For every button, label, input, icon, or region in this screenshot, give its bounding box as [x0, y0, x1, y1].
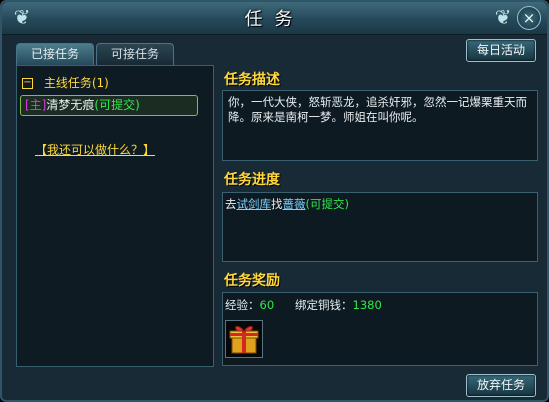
description-box: 你，一代大侠，怒斩恶龙，追杀奸邪，忽然一记爆栗重天而降。原来是南柯一梦。师姐在叫…: [222, 90, 538, 161]
tab-available[interactable]: 可接任务: [96, 43, 174, 65]
window-title: 任务: [244, 9, 305, 30]
quest-status: (可提交): [94, 98, 140, 112]
reward-box: 经验：60 绑定铜钱：1380: [222, 292, 538, 366]
quest-list-panel: − 主线任务(1) [主]清梦无痕(可提交) 【我还可以做什么？】: [16, 65, 214, 367]
title-bar[interactable]: ❦ 任务 ❦ ×: [2, 2, 547, 35]
progress-prefix: 去: [225, 197, 237, 211]
place-link[interactable]: 试剑库: [237, 197, 272, 211]
main-quest-category[interactable]: − 主线任务(1): [22, 74, 109, 91]
tab-accepted[interactable]: 已接任务: [16, 43, 94, 65]
progress-line: 去试剑库找蔷薇(可提交): [223, 193, 537, 216]
quest-name: 清梦无痕: [46, 98, 95, 112]
reward-heading: 任务奖励: [224, 273, 280, 289]
exp-row: 经验：60: [225, 298, 274, 313]
bound-money-label: 绑定铜钱：: [295, 298, 353, 312]
quest-item-selected[interactable]: [主]清梦无痕(可提交): [20, 95, 198, 116]
exp-label: 经验：: [225, 298, 260, 312]
exp-value: 60: [259, 298, 275, 312]
money-row: 绑定铜钱：1380: [295, 298, 382, 313]
what-else-link[interactable]: 【我还可以做什么？】: [35, 141, 155, 158]
reward-item-slot[interactable]: [225, 320, 263, 358]
description-text: 你，一代大侠，怒斩恶龙，追杀奸邪，忽然一记爆栗重天而降。原来是南柯一梦。师姐在叫…: [228, 95, 527, 124]
corner-ornament-right-icon: ❦: [494, 5, 512, 29]
collapse-icon[interactable]: −: [22, 78, 33, 89]
progress-heading: 任务进度: [224, 172, 280, 188]
gift-box-icon: [229, 325, 259, 354]
bound-money-value: 1380: [352, 298, 382, 312]
quest-window: ❦ 任务 ❦ × 已接任务 可接任务 每日活动 − 主线任务(1) [主]清梦无…: [0, 0, 549, 402]
description-heading: 任务描述: [224, 72, 280, 88]
npc-link[interactable]: 蔷薇: [283, 197, 306, 211]
category-label: 主线任务(1): [43, 76, 109, 90]
progress-status: (可提交): [305, 197, 349, 211]
close-icon[interactable]: ×: [517, 6, 541, 30]
abandon-quest-button[interactable]: 放弃任务: [466, 374, 536, 397]
progress-middle: 找: [271, 197, 283, 211]
daily-activity-button[interactable]: 每日活动: [466, 39, 536, 62]
quest-tag: [主]: [25, 98, 47, 112]
progress-box: 去试剑库找蔷薇(可提交): [222, 192, 538, 262]
